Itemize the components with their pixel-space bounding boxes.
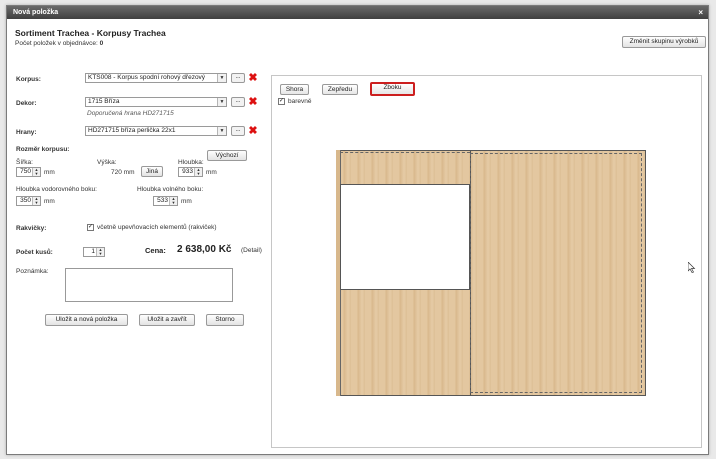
save-new-button[interactable]: Uložit a nová položka (45, 314, 128, 326)
order-count-value: 0 (99, 40, 104, 47)
depth-input[interactable]: 933 ▲ ▼ (178, 167, 203, 177)
change-group-button[interactable]: Změnit skupinu výrobků (622, 36, 706, 48)
price-detail-link[interactable]: (Detail) (241, 247, 262, 254)
width-value: 750 (20, 168, 31, 175)
height-label: Výška: (97, 159, 117, 166)
price-label: Cena: (145, 246, 166, 255)
dekor-delete-icon[interactable]: ✖ (248, 97, 258, 108)
count-input[interactable]: 1 ▲ ▼ (83, 247, 105, 257)
tab-top[interactable]: Shora (280, 84, 309, 95)
width-label: Šířka: (16, 159, 33, 166)
depth-free-label: Hloubka volného boku: (137, 186, 204, 193)
korpus-delete-icon[interactable]: ✖ (248, 73, 258, 84)
free-side-outline (470, 153, 642, 393)
close-icon[interactable]: × (698, 8, 703, 17)
save-close-button[interactable]: Uložit a zavřít (139, 314, 195, 326)
page-title: Sortiment Trachea - Korpusy Trachea (15, 28, 166, 38)
korpus-label: Korpus: (16, 76, 41, 83)
chevron-down-icon[interactable]: ▼ (217, 74, 226, 82)
depth-horizontal-unit: mm (44, 198, 55, 205)
order-count-label: Počet položek v objednávce: (15, 40, 98, 47)
hrany-select[interactable]: HD271715 bříza perlička 22x1 ▼ (85, 126, 227, 136)
korpus-browse-button[interactable]: ... (231, 73, 245, 83)
hrany-label: Hrany: (16, 129, 37, 136)
stepper-icon[interactable]: ▲ ▼ (32, 168, 40, 176)
preview-panel: Shora Zepředu Zboku ✓ barevně (271, 75, 702, 448)
rakvicky-checkbox[interactable]: ✓ (87, 224, 94, 231)
window-title: Nová položka (13, 9, 59, 16)
hrany-browse-button[interactable]: ... (231, 126, 245, 136)
dekor-browse-button[interactable]: ... (231, 97, 245, 107)
price-value: 2 638,00 Kč (177, 244, 232, 255)
depth-horizontal-value: 350 (20, 197, 31, 204)
reset-size-button[interactable]: Výchozí (207, 150, 247, 161)
dekor-hint: Doporučená hrana HD271715 (87, 110, 174, 117)
height-value: 720 mm (111, 169, 135, 176)
width-input[interactable]: 750 ▲ ▼ (16, 167, 41, 177)
stepper-icon[interactable]: ▲ ▼ (169, 197, 177, 205)
dialog-window: Nová položka × Sortiment Trachea - Korpu… (6, 5, 709, 455)
tab-side[interactable]: Zboku (370, 82, 415, 96)
note-textarea[interactable] (65, 268, 233, 302)
cancel-button[interactable]: Storno (206, 314, 244, 326)
count-label: Počet kusů: (16, 249, 53, 256)
hrany-delete-icon[interactable]: ✖ (248, 126, 258, 137)
stepper-icon[interactable]: ▲ ▼ (96, 248, 104, 256)
depth-value: 933 (182, 168, 193, 175)
depth-free-input[interactable]: 533 ▲ ▼ (153, 196, 178, 206)
note-label: Poznámka: (16, 268, 49, 275)
depth-free-value: 533 (157, 197, 168, 204)
tab-front[interactable]: Zepředu (322, 84, 358, 95)
depth-horizontal-input[interactable]: 350 ▲ ▼ (16, 196, 41, 206)
korpus-select[interactable]: KTS008 - Korpus spodní rohový dřezový ▼ (85, 73, 227, 83)
size-title: Rozměr korpusu: (16, 146, 70, 153)
title-bar: Nová položka × (7, 6, 708, 19)
rakvicky-label: Rakvičky: (16, 225, 47, 232)
mouse-cursor-icon (688, 262, 696, 273)
dekor-label: Dekor: (16, 100, 37, 107)
chevron-down-icon[interactable]: ▼ (217, 127, 226, 135)
depth-horizontal-label: Hloubka vodorovného boku: (16, 186, 97, 193)
dekor-select[interactable]: 1715 Bříza ▼ (85, 97, 227, 107)
cabinet-drawing (336, 150, 646, 396)
korpus-value: KTS008 - Korpus spodní rohový dřezový (88, 74, 206, 81)
stepper-icon[interactable]: ▲ ▼ (32, 197, 40, 205)
color-checkbox[interactable]: ✓ (278, 98, 285, 105)
color-checkbox-label: barevně (288, 98, 312, 105)
rakvicky-checkbox-label: včetně upevňovacích elementů (rakviček) (97, 224, 217, 231)
depth-unit: mm (206, 169, 217, 176)
hrany-value: HD271715 bříza perlička 22x1 (88, 127, 176, 134)
chevron-down-icon[interactable]: ▼ (217, 98, 226, 106)
dekor-value: 1715 Bříza (88, 98, 120, 105)
order-count: Počet položek v objednávce: 0 (15, 40, 103, 47)
depth-label: Hloubka: (178, 159, 204, 166)
width-unit: mm (44, 169, 55, 176)
other-height-button[interactable]: Jiná (141, 166, 163, 177)
dashed-line (340, 152, 470, 153)
opening (340, 184, 470, 290)
stepper-icon[interactable]: ▲ ▼ (194, 168, 202, 176)
count-value: 1 (91, 248, 95, 255)
depth-free-unit: mm (181, 198, 192, 205)
